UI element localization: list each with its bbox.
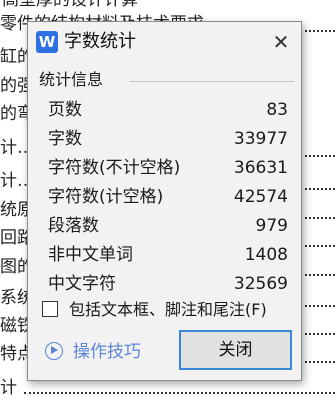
stat-label: 页数 <box>48 100 82 120</box>
stat-row-paragraphs: 段落数 979 <box>48 212 288 241</box>
stat-value: 1408 <box>244 245 288 265</box>
section-title: 统计信息 <box>39 70 104 89</box>
stat-label: 字符数(不计空格) <box>48 158 181 178</box>
stat-value: 33977 <box>233 129 288 149</box>
stat-label: 字数 <box>48 129 82 149</box>
close-button[interactable]: 关闭 <box>179 330 292 370</box>
stat-row-words: 字数 33977 <box>48 125 288 154</box>
stat-row-chars-no-spaces: 字符数(不计空格) 36631 <box>48 154 288 183</box>
checkbox-label[interactable]: 包括文本框、脚注和尾注(F) <box>69 298 267 322</box>
stat-label: 非中文单词 <box>48 245 133 265</box>
stat-row-chars-with-spaces: 字符数(计空格) 42574 <box>48 183 288 212</box>
dotted-leader <box>300 155 335 157</box>
section-divider <box>130 81 294 82</box>
dotted-leader <box>300 274 335 276</box>
dotted-leader <box>300 30 335 32</box>
stat-label: 段落数 <box>48 216 99 236</box>
stat-value: 979 <box>255 216 288 236</box>
stat-value: 42574 <box>233 187 288 207</box>
word-count-dialog: W 字数统计 ✕ 统计信息 页数 83 字数 33977 字符数(不计空格) 3… <box>27 21 302 381</box>
dotted-leader <box>300 217 335 219</box>
stat-label: 中文字符 <box>48 274 116 294</box>
dotted-leader <box>300 361 335 363</box>
dotted-leader <box>300 305 335 307</box>
stat-row-pages: 页数 83 <box>48 96 288 125</box>
stats-list: 页数 83 字数 33977 字符数(不计空格) 36631 字符数(计空格) … <box>48 96 288 299</box>
stat-value: 32569 <box>233 274 288 294</box>
stat-value: 36631 <box>233 158 288 178</box>
dotted-leader <box>300 245 335 247</box>
dotted-leader <box>300 333 335 335</box>
dotted-leader <box>24 392 335 394</box>
include-textboxes-checkbox[interactable] <box>42 301 58 317</box>
close-icon[interactable]: ✕ <box>269 30 293 54</box>
dialog-title: 字数统计 <box>64 31 136 52</box>
dialog-titlebar[interactable]: W 字数统计 ✕ <box>28 22 301 62</box>
wps-writer-icon: W <box>36 31 58 53</box>
stat-row-chinese-chars: 中文字符 32569 <box>48 270 288 299</box>
stat-value: 83 <box>266 100 288 120</box>
dotted-leader <box>300 188 335 190</box>
tips-label[interactable]: 操作技巧 <box>73 340 141 364</box>
play-circle-icon <box>45 342 63 360</box>
stat-row-non-chinese-words: 非中文单词 1408 <box>48 241 288 270</box>
stat-label: 字符数(计空格) <box>48 187 164 207</box>
